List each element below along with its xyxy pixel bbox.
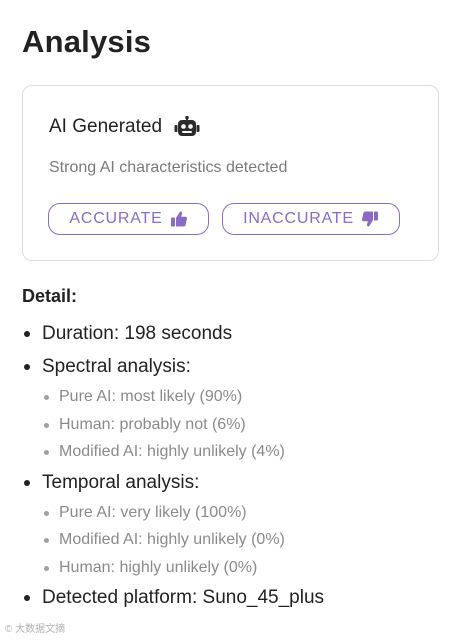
accurate-button[interactable]: ACCURATE [48,203,209,235]
result-description: Strong AI characteristics detected [49,159,288,176]
list-item: Pure AI: most likely (90%) [42,383,452,411]
detected-platform-text: Detected platform: Suno_45_plus [42,587,325,608]
result-title-row: AI Generated [49,115,200,138]
accurate-button-label: ACCURATE [69,210,163,227]
spectral-analysis-item: Spectral analysis: Pure AI: most likely … [22,350,452,466]
robot-icon [174,115,200,138]
spectral-analysis-list: Pure AI: most likely (90%) Human: probab… [42,383,452,466]
result-card: AI Generated Strong AI characteristics d… [22,85,439,261]
detail-list: Duration: 198 seconds Spectral analysis:… [22,317,452,614]
duration-text: Duration: 198 seconds [42,323,233,344]
duration-item: Duration: 198 seconds [22,317,452,350]
list-item: Modified AI: highly unlikely (0%) [42,526,452,554]
spectral-analysis-label: Spectral analysis: [42,356,191,377]
page-title: Analysis [22,24,152,59]
detail-heading: Detail: [22,286,78,306]
detected-platform-item: Detected platform: Suno_45_plus [22,581,452,614]
inaccurate-button-label: INACCURATE [243,210,354,227]
thumbs-up-icon [170,210,188,228]
list-item: Modified AI: highly unlikely (4%) [42,438,452,466]
thumbs-down-icon [361,210,379,228]
inaccurate-button[interactable]: INACCURATE [222,203,400,235]
temporal-analysis-label: Temporal analysis: [42,471,200,493]
watermark: © 大数据文摘 [5,624,66,635]
list-item: Human: highly unlikely (0%) [42,554,452,582]
temporal-analysis-list: Pure AI: very likely (100%) Modified AI:… [42,499,452,582]
result-label: AI Generated [49,116,163,137]
list-item: Human: probably not (6%) [42,411,452,439]
temporal-analysis-item: Temporal analysis: Pure AI: very likely … [22,466,452,582]
list-item: Pure AI: very likely (100%) [42,499,452,527]
